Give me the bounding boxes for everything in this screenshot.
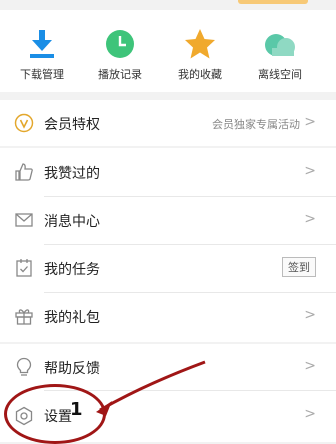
- annotation-arrow: [96, 360, 206, 416]
